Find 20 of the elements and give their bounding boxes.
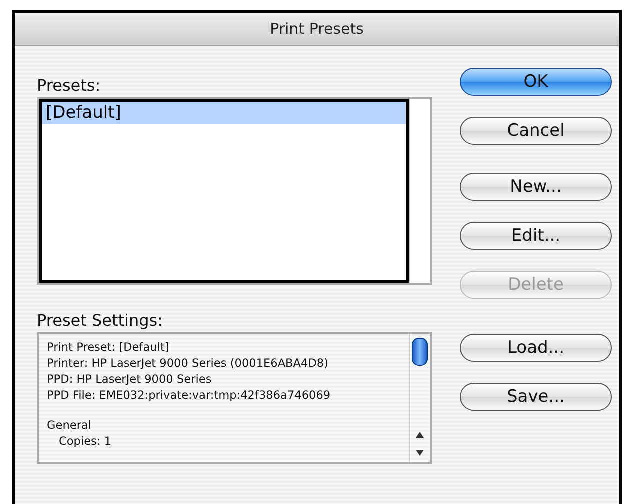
window-title: Print Presets bbox=[270, 20, 364, 38]
preset-settings-label: Preset Settings: bbox=[37, 311, 164, 330]
settings-line: Print Preset: [Default] bbox=[47, 340, 170, 356]
dialog-button[interactable]: Cancel bbox=[460, 117, 612, 145]
scroll-down-icon[interactable] bbox=[415, 449, 425, 457]
settings-line: PPD File: EME032:private:var:tmp:42f386a746069 bbox=[47, 388, 332, 404]
dialog-button[interactable]: New... bbox=[460, 173, 612, 201]
scroll-up-icon[interactable] bbox=[415, 431, 425, 439]
preset-item[interactable]: [Default] bbox=[42, 102, 406, 124]
presets-list[interactable]: [Default] bbox=[37, 97, 432, 285]
presets-label: Presets: bbox=[37, 76, 102, 95]
scrollbar-thumb[interactable] bbox=[412, 338, 428, 366]
settings-line: Copies: 1 bbox=[58, 434, 113, 450]
settings-line: PPD: HP LaserJet 9000 Series bbox=[47, 372, 213, 388]
dialog-button[interactable]: Edit... bbox=[460, 222, 612, 250]
dialog-button[interactable]: OK bbox=[460, 68, 612, 96]
dialog-button[interactable]: Load... bbox=[460, 334, 612, 362]
settings-line: Printer: HP LaserJet 9000 Series (0001E6ABA4D8) bbox=[47, 356, 330, 372]
settings-line: General bbox=[47, 418, 93, 434]
dialog-button[interactable]: Save... bbox=[460, 383, 612, 411]
